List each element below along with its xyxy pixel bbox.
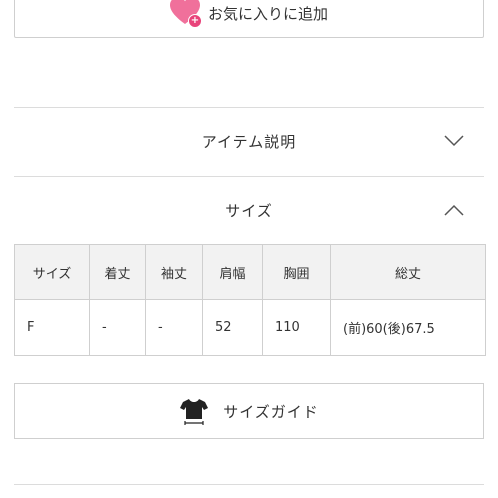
divider	[14, 484, 484, 485]
divider	[14, 176, 484, 177]
size-table-cell: F	[14, 299, 90, 356]
size-table-cell: 52	[202, 299, 263, 356]
size-table-header-row: サイズ 着丈 袖丈 肩幅 胸囲 総丈	[14, 244, 486, 300]
add-to-favorites-button[interactable]: + お気に入りに追加	[14, 0, 484, 38]
accordion-size[interactable]: サイズ	[14, 178, 484, 242]
size-table-header: 胸囲	[262, 244, 331, 300]
size-table: サイズ 着丈 袖丈 肩幅 胸囲 総丈 F - - 52 110 (前)60(後)…	[14, 244, 486, 356]
table-row: F - - 52 110 (前)60(後)67.5	[14, 299, 486, 356]
size-guide-button[interactable]: サイズガイド	[14, 383, 484, 439]
size-table-header: 肩幅	[202, 244, 263, 300]
accordion-item-description-label: アイテム説明	[201, 132, 297, 151]
size-table-cell: 110	[262, 299, 331, 356]
size-table-header: 袖丈	[145, 244, 203, 300]
accordion-item-description[interactable]: アイテム説明	[14, 109, 484, 173]
product-detail-page: + お気に入りに追加 アイテム説明 サイズ サイズ 着丈 袖丈 肩幅 胸囲 総丈…	[0, 0, 498, 498]
tshirt-icon	[180, 399, 209, 425]
size-table-cell: (前)60(後)67.5	[330, 299, 486, 356]
accordion-size-label: サイズ	[225, 201, 273, 220]
size-table-header: 着丈	[89, 244, 146, 300]
heart-plus-icon: +	[169, 0, 202, 28]
divider	[14, 107, 484, 108]
size-table-cell: -	[89, 299, 146, 356]
size-table-header: 総丈	[330, 244, 486, 300]
plus-badge-icon: +	[187, 14, 202, 28]
size-table-header: サイズ	[14, 244, 90, 300]
size-guide-label: サイズガイド	[223, 402, 319, 421]
chevron-down-icon	[444, 135, 464, 147]
add-to-favorites-label: お気に入りに追加	[207, 4, 328, 23]
size-table-cell: -	[145, 299, 203, 356]
chevron-up-icon	[444, 204, 464, 216]
